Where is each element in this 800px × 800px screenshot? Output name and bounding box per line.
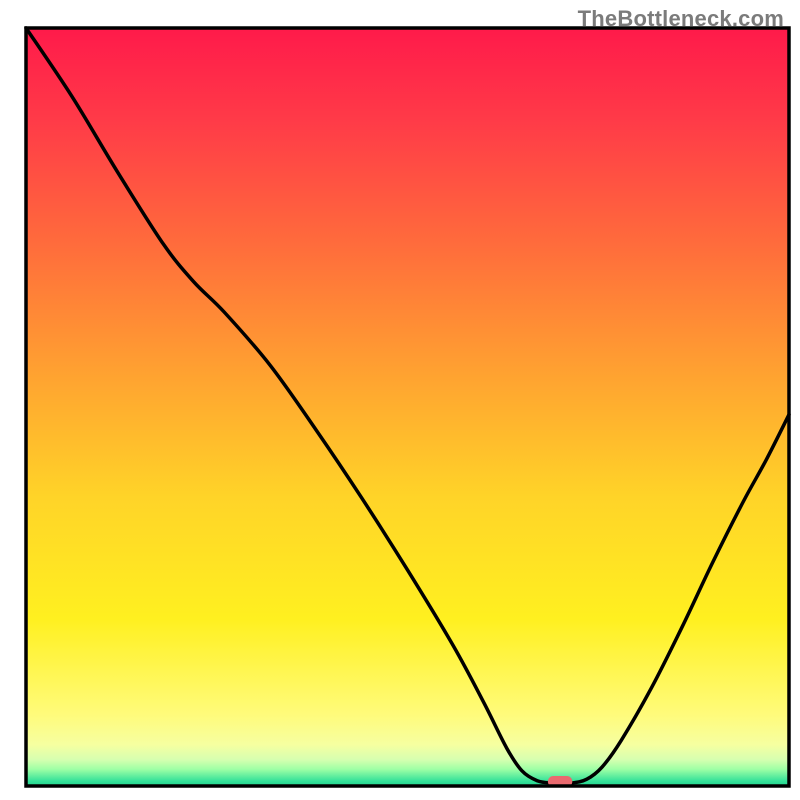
- gradient-background: [26, 28, 789, 786]
- bottleneck-chart: [0, 0, 800, 800]
- chart-container: TheBottleneck.com: [0, 0, 800, 800]
